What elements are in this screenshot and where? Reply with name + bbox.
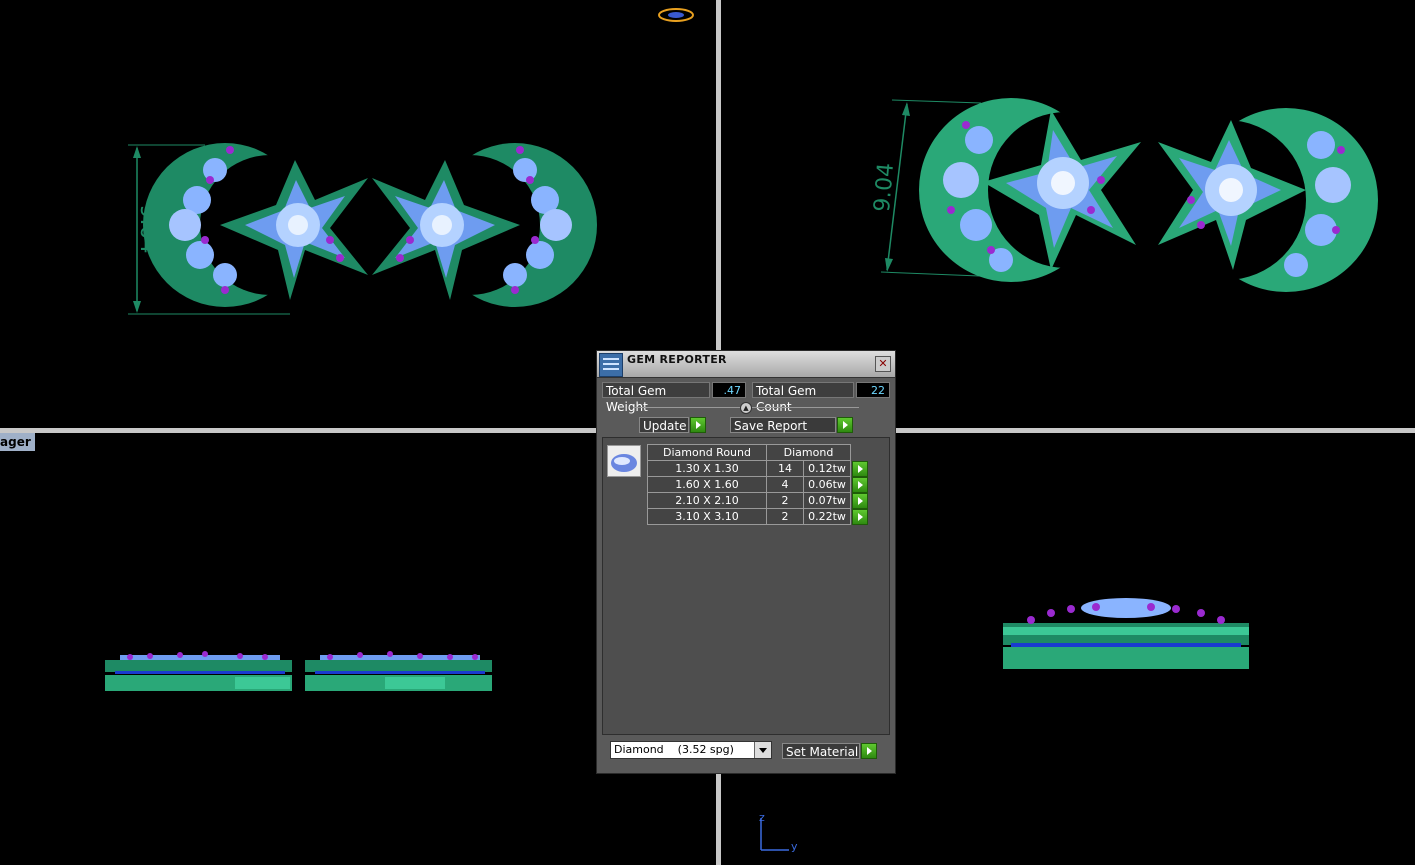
diamond-round-thumbnail[interactable] — [607, 445, 641, 477]
viewport-label[interactable]: ager — [0, 433, 35, 451]
gem-weight: 0.06tw — [803, 476, 851, 493]
total-gem-count-label: Total Gem Count — [752, 382, 854, 414]
material-select-value: Diamond (3.52 spg) — [614, 743, 734, 756]
dimension-label: 9.04 — [870, 162, 899, 213]
row-select-arrow-icon[interactable] — [852, 492, 868, 509]
axis-z-label: z — [759, 811, 765, 824]
gem-count: 14 — [766, 460, 804, 477]
gem-report-icon — [599, 353, 623, 377]
table-row[interactable]: 1.60 X 1.60 4 0.06tw — [647, 476, 869, 493]
gem-size: 2.10 X 2.10 — [647, 492, 767, 509]
collapse-toggle-icon[interactable]: ▲ — [740, 402, 752, 414]
gem-count: 2 — [766, 508, 804, 525]
save-report-arrow-icon[interactable] — [837, 417, 853, 433]
update-arrow-icon[interactable] — [690, 417, 706, 433]
gem-table: Diamond Round Diamond 1.30 X 1.30 14 0.1… — [647, 444, 869, 525]
gem-reporter-title: GEM REPORTER — [627, 353, 727, 366]
gem-size: 1.60 X 1.60 — [647, 476, 767, 493]
row-select-arrow-icon[interactable] — [852, 460, 868, 477]
close-icon[interactable]: ✕ — [875, 356, 891, 372]
gem-list: Diamond Round Diamond 1.30 X 1.30 14 0.1… — [602, 437, 890, 735]
chevron-down-icon[interactable] — [754, 742, 771, 758]
gem-weight: 0.22tw — [803, 508, 851, 525]
total-gem-weight-label: Total Gem Weight — [602, 382, 710, 414]
axis-y-label: y — [791, 840, 798, 853]
row-select-arrow-icon[interactable] — [852, 508, 868, 525]
gem-weight: 0.12tw — [803, 460, 851, 477]
gem-reporter-titlebar[interactable]: GEM REPORTER ✕ — [597, 351, 895, 378]
side-right — [305, 655, 492, 691]
gem-size: 1.30 X 1.30 — [647, 460, 767, 477]
column-header-shape: Diamond Round — [647, 444, 767, 461]
total-gem-weight-value: .47 — [712, 382, 746, 398]
side-left — [105, 655, 292, 691]
gem-count: 2 — [766, 492, 804, 509]
table-row[interactable]: 1.30 X 1.30 14 0.12tw — [647, 460, 869, 477]
table-row[interactable]: 3.10 X 3.10 2 0.22tw — [647, 508, 869, 525]
update-button[interactable]: Update — [639, 417, 689, 433]
table-row[interactable]: 2.10 X 2.10 2 0.07tw — [647, 492, 869, 509]
gem-count: 4 — [766, 476, 804, 493]
set-material-arrow-icon[interactable] — [861, 743, 877, 759]
material-select[interactable]: Diamond (3.52 spg) — [610, 741, 772, 759]
total-gem-count-value: 22 — [856, 382, 890, 398]
gem-size: 3.10 X 3.10 — [647, 508, 767, 525]
set-material-button[interactable]: Set Material — [782, 743, 860, 759]
gem-weight: 0.07tw — [803, 492, 851, 509]
column-header-material: Diamond — [766, 444, 851, 461]
save-report-button[interactable]: Save Report — [730, 417, 836, 433]
gem-reporter-panel: GEM REPORTER ✕ Total Gem Weight .47 Tota… — [596, 350, 896, 774]
row-select-arrow-icon[interactable] — [852, 476, 868, 493]
